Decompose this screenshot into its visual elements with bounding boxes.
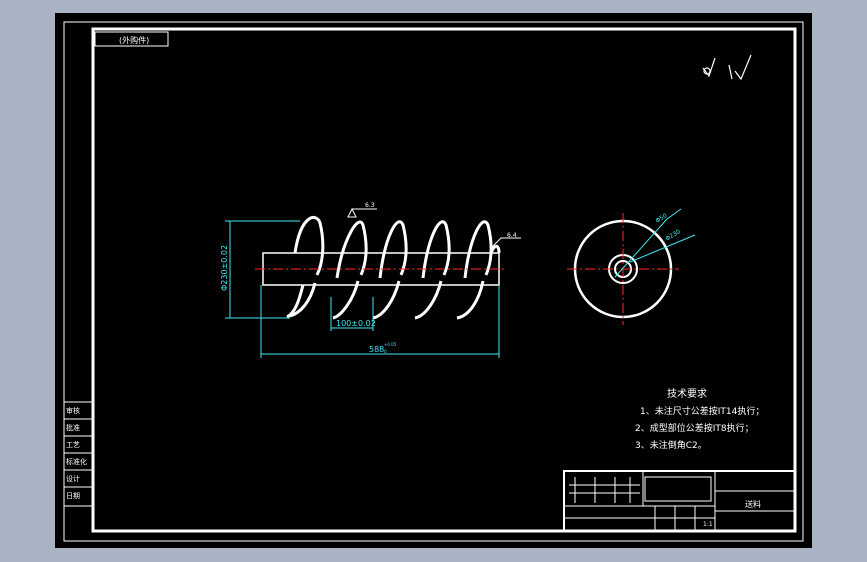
title-scale: 1:1 [703, 521, 713, 528]
callout-1: 6.3 [365, 202, 375, 209]
screw-side-view: Φ230±0.02 100±0.02 588 +0.05 0 6.3 6.4 [220, 202, 521, 358]
dim-length-tol: +0.05 [384, 342, 397, 347]
dimension-lines [225, 220, 500, 358]
tech-requirements: 技术要求 1、未注尺寸公差按IT14执行； 2、成型部位公差按IT8执行； 3、… [635, 387, 764, 451]
outer-frame [63, 21, 804, 542]
tech-title: 技术要求 [667, 387, 707, 400]
tech-item-1: 1、未注尺寸公差按IT14执行； [640, 405, 764, 417]
cad-drawing: (外购件) 0 1 Φ230±0.02 100±0.02 588 +0.05 0… [63, 21, 804, 542]
inner-frame [91, 27, 797, 533]
left-label-strip: 审核 批准 工艺 标准化 设计 日期 [63, 401, 94, 507]
label-box-text: (外购件) [119, 35, 149, 45]
dim-d2: Φ230 [664, 228, 682, 243]
side-label-4: 标准化 [66, 457, 87, 466]
callout-2: 6.4 [507, 232, 517, 239]
dim-d1: Φ50 [654, 212, 668, 225]
roughness-symbols: 0 1 [702, 54, 752, 81]
dim-length-tol-lower: 0 [384, 349, 387, 354]
dim-diameter: Φ230±0.02 [220, 245, 229, 291]
tech-item-2: 2、成型部位公差按IT8执行； [635, 422, 754, 434]
title-part-name: 送料 [745, 499, 761, 509]
dim-pitch: 100±0.02 [336, 319, 376, 328]
label-box: (外购件) [94, 31, 169, 47]
side-label-3: 工艺 [66, 441, 80, 449]
dim-length: 588 [369, 345, 384, 354]
side-label-6: 日期 [66, 492, 80, 500]
screw-end-view: Φ50 Φ230 [567, 208, 696, 325]
tech-item-3: 3、未注倒角C2。 [635, 439, 707, 451]
side-label-1: 审核 [66, 406, 80, 415]
roughness-num-2: 1 [732, 73, 733, 75]
helix-flights [286, 215, 501, 320]
side-label-5: 设计 [66, 474, 80, 483]
side-label-2: 批准 [66, 423, 80, 432]
drawing-viewport[interactable]: (外购件) 0 1 Φ230±0.02 100±0.02 588 +0.05 0… [55, 13, 812, 548]
